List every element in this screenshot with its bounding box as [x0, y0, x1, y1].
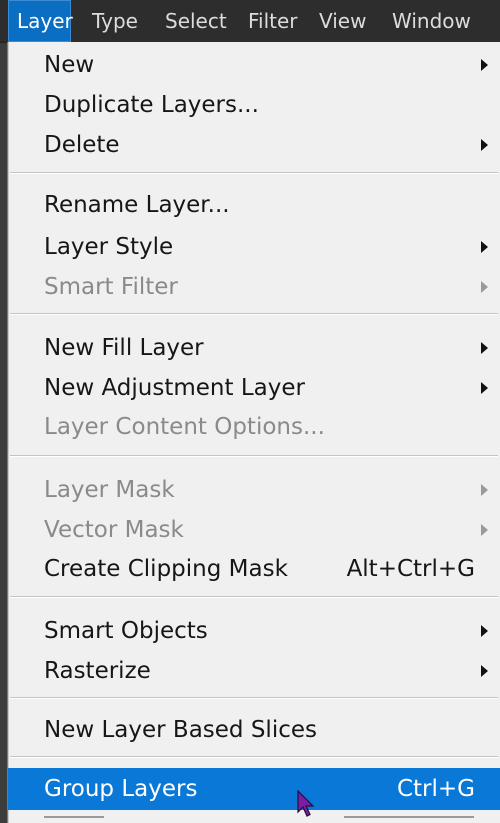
menu-item-label: Delete: [44, 132, 120, 158]
menu-item-vector-mask: Vector Mask: [8, 510, 500, 550]
submenu-arrow-icon: [481, 241, 488, 253]
menu-item-label: Rename Layer...: [44, 192, 230, 218]
menu-item-label: New Adjustment Layer: [44, 375, 305, 401]
shortcut-label: Ctrl+G: [396, 776, 475, 802]
menu-item-label: Rasterize: [44, 658, 151, 684]
submenu-arrow-icon: [481, 665, 488, 677]
menu-separator: [10, 697, 498, 699]
menu-item-label: Group Layers: [44, 776, 198, 802]
submenu-arrow-icon: [481, 382, 488, 394]
menu-item-label: Smart Filter: [44, 274, 178, 300]
submenu-arrow-icon: [481, 59, 488, 71]
menu-item-label: Layer Mask: [44, 477, 175, 503]
menu-item-create-clipping-mask[interactable]: Create Clipping Mask Alt+Ctrl+G: [8, 549, 500, 589]
submenu-arrow-icon: [481, 524, 488, 536]
menu-item-label: Layer Content Options...: [44, 414, 325, 440]
menubar-window[interactable]: Window: [392, 0, 471, 42]
menu-item-label: New Layer Based Slices: [44, 717, 317, 743]
menu-item-smart-objects[interactable]: Smart Objects: [8, 611, 500, 651]
menu-item-rename-layer[interactable]: Rename Layer...: [8, 185, 500, 225]
menu-separator: [10, 172, 498, 174]
menu-item-label: New: [44, 52, 95, 78]
menubar-view[interactable]: View: [319, 0, 366, 42]
menu-item-rasterize[interactable]: Rasterize: [8, 651, 500, 691]
menu-item-duplicate-layers[interactable]: Duplicate Layers...: [8, 85, 500, 125]
menu-item-smart-filter: Smart Filter: [8, 267, 500, 307]
menu-item-new-fill-layer[interactable]: New Fill Layer: [8, 328, 500, 368]
layer-menu-dropdown: New Duplicate Layers... Delete Rename La…: [8, 42, 500, 823]
menubar-select[interactable]: Select: [165, 0, 227, 42]
menubar-type[interactable]: Type: [92, 0, 138, 42]
shortcut-label: Alt+Ctrl+G: [346, 556, 475, 582]
submenu-arrow-icon: [481, 484, 488, 496]
menu-item-label: Vector Mask: [44, 517, 184, 543]
menubar-filter[interactable]: Filter: [248, 0, 298, 42]
menu-item-new-layer-based-slices[interactable]: New Layer Based Slices: [8, 710, 500, 750]
menu-item-new[interactable]: New: [8, 45, 500, 85]
menu-separator: [10, 756, 498, 758]
menu-separator: [10, 455, 498, 457]
menu-item-group-layers[interactable]: Group Layers Ctrl+G: [8, 768, 500, 810]
menu-item-label: Duplicate Layers...: [44, 92, 259, 118]
menu-item-new-adjustment-layer[interactable]: New Adjustment Layer: [8, 368, 500, 408]
menu-item-partial: [44, 816, 474, 823]
menu-item-delete[interactable]: Delete: [8, 125, 500, 165]
menu-bar: Layer Type Select Filter View Window: [0, 0, 500, 43]
menu-item-layer-mask: Layer Mask: [8, 470, 500, 510]
menu-item-label: New Fill Layer: [44, 335, 204, 361]
menu-item-label: Layer Style: [44, 234, 174, 260]
menu-item-layer-content-options: Layer Content Options...: [8, 407, 500, 447]
menu-separator: [10, 596, 498, 598]
submenu-arrow-icon: [481, 625, 488, 637]
menu-item-layer-style[interactable]: Layer Style: [8, 227, 500, 267]
submenu-arrow-icon: [481, 139, 488, 151]
mouse-cursor-icon: [297, 790, 315, 817]
menu-separator: [10, 313, 498, 315]
menubar-layer[interactable]: Layer: [8, 0, 73, 42]
menu-item-label: Smart Objects: [44, 618, 208, 644]
submenu-arrow-icon: [481, 342, 488, 354]
submenu-arrow-icon: [481, 281, 488, 293]
menu-item-label: Create Clipping Mask: [44, 556, 288, 582]
